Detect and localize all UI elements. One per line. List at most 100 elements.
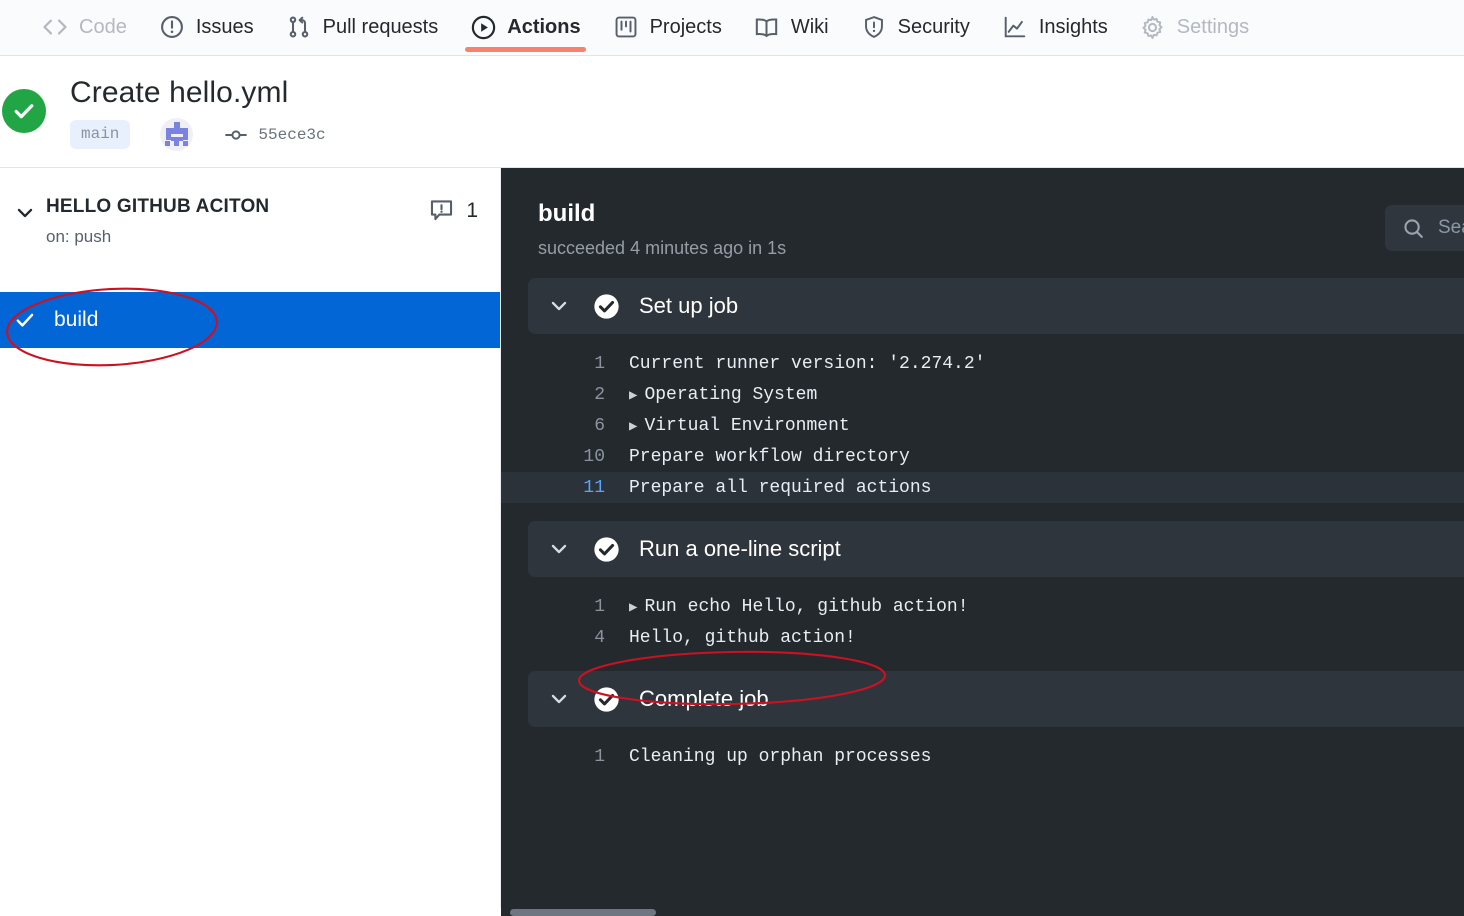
- avatar: [160, 118, 194, 151]
- log-panel: build succeeded 4 minutes ago in 1s Sea …: [501, 168, 1464, 916]
- jobs-sidebar: HELLO GITHUB ACITON on: push 1 build: [0, 168, 501, 908]
- tab-actions[interactable]: Actions: [454, 0, 596, 54]
- run-status-badge: [2, 89, 46, 133]
- log-steps: Set up job 1 Current runner version: '2.27…: [501, 278, 1464, 790]
- tab-settings-label: Settings: [1176, 15, 1250, 38]
- log-line-text: Cleaning up orphan processes: [629, 746, 932, 767]
- sidebar-item-build[interactable]: build: [0, 292, 500, 348]
- log-line[interactable]: 1 ▶ Run echo Hello, github action!: [501, 591, 1464, 622]
- log-line[interactable]: 4 Hello, github action!: [501, 622, 1464, 653]
- play-icon: [470, 14, 496, 40]
- workflow-trigger: on: push: [46, 227, 112, 246]
- commit-sha[interactable]: 55ece3c: [258, 126, 325, 144]
- triangle-right-icon[interactable]: ▶: [629, 419, 637, 435]
- log-step: Set up job 1 Current runner version: '2.27…: [501, 278, 1464, 521]
- step-success-icon: [593, 686, 620, 713]
- annotations-summary[interactable]: 1: [429, 198, 478, 223]
- log-line[interactable]: 1 Current runner version: '2.274.2': [501, 348, 1464, 379]
- git-pull-request-icon: [286, 14, 312, 40]
- check-icon: [14, 309, 36, 331]
- log-step-label: Complete job: [639, 686, 769, 711]
- log-step-body: 1 Cleaning up orphan processes: [501, 727, 1464, 790]
- workflow-name: HELLO GITHUB ACITON: [46, 196, 270, 217]
- log-step-header[interactable]: Complete job: [528, 671, 1464, 727]
- log-job-title: build: [538, 200, 596, 227]
- triangle-right-icon[interactable]: ▶: [629, 388, 637, 404]
- step-success-icon: [594, 536, 619, 562]
- repo-nav-tabs: Code Issues Pull requests Actions Projec…: [0, 0, 1464, 56]
- tab-wiki[interactable]: Wiki: [738, 0, 845, 54]
- tab-projects-label: Projects: [649, 15, 722, 38]
- workflow-run-header: Create hello.yml main 55ece3c: [0, 56, 1464, 168]
- tab-pull-requests-label: Pull requests: [322, 15, 439, 38]
- log-step-header[interactable]: Run a one-line script: [528, 521, 1464, 577]
- log-step-body: 1 Current runner version: '2.274.2' 2 ▶ Oper…: [501, 334, 1464, 521]
- tab-code[interactable]: Code: [26, 0, 143, 54]
- log-line-text: Current runner version: '2.274.2': [629, 353, 986, 374]
- book-icon: [754, 14, 780, 40]
- log-job-status: succeeded 4 minutes ago in 1s: [538, 238, 787, 258]
- github-actions-run-page: Code Issues Pull requests Actions Projec…: [0, 0, 1464, 916]
- log-step: Complete job 1 Cleaning up orphan processe…: [501, 671, 1464, 790]
- log-line[interactable]: 2 ▶ Operating System: [501, 379, 1464, 410]
- workflow-summary-row[interactable]: HELLO GITHUB ACITON on: push 1: [0, 168, 500, 246]
- log-line-number: 4: [594, 627, 605, 648]
- annotation-icon: [429, 198, 454, 223]
- step-success-icon: [594, 293, 619, 319]
- issue-opened-icon: [159, 14, 185, 40]
- tab-issues-label: Issues: [195, 15, 254, 38]
- log-line-text: Prepare workflow directory: [629, 446, 910, 467]
- log-line[interactable]: 11 Prepare all required actions: [501, 472, 1464, 503]
- tab-code-label: Code: [79, 15, 127, 38]
- log-panel-header: build succeeded 4 minutes ago in 1s Sea: [501, 168, 1464, 278]
- tab-insights[interactable]: Insights: [986, 0, 1124, 54]
- log-step-header[interactable]: Set up job: [528, 278, 1464, 334]
- check-icon: [14, 104, 34, 119]
- log-line-number: 10: [583, 446, 605, 467]
- log-line-text: ▶ Virtual Environment: [629, 415, 850, 436]
- log-line-number: 11: [583, 477, 605, 498]
- triangle-right-icon[interactable]: ▶: [629, 600, 637, 616]
- log-line-text: Prepare all required actions: [629, 477, 932, 498]
- chevron-down-icon[interactable]: [14, 202, 36, 229]
- code-icon: [42, 14, 68, 40]
- tab-projects[interactable]: Projects: [597, 0, 738, 54]
- step-success-icon: [593, 293, 620, 320]
- log-line-text: ▶ Operating System: [629, 384, 818, 405]
- sidebar-item-label: build: [54, 308, 99, 331]
- step-success-icon: [593, 536, 620, 563]
- project-icon: [613, 14, 639, 40]
- scrollbar-thumb[interactable]: [510, 909, 656, 916]
- log-line-number: 1: [594, 353, 605, 374]
- chevron-down-icon[interactable]: [548, 688, 570, 710]
- step-success-icon: [594, 686, 619, 712]
- chevron-down-icon[interactable]: [548, 295, 570, 317]
- tab-issues[interactable]: Issues: [143, 0, 270, 54]
- log-line-number: 6: [594, 415, 605, 436]
- log-line-number: 1: [594, 746, 605, 767]
- branch-badge[interactable]: main: [70, 120, 131, 149]
- tab-actions-label: Actions: [507, 15, 581, 38]
- commit-icon: [224, 123, 248, 147]
- search-icon: [1402, 217, 1425, 240]
- log-line[interactable]: 10 Prepare workflow directory: [501, 441, 1464, 472]
- log-step-label: Run a one-line script: [639, 536, 841, 561]
- tab-insights-label: Insights: [1038, 15, 1108, 38]
- active-tab-underline: [465, 47, 586, 52]
- tab-security[interactable]: Security: [845, 0, 986, 54]
- search-input-text: Sea: [1438, 217, 1464, 238]
- gear-icon: [1140, 14, 1166, 40]
- log-line[interactable]: 6 ▶ Virtual Environment: [501, 410, 1464, 441]
- tab-settings[interactable]: Settings: [1124, 0, 1265, 54]
- log-line[interactable]: 1 Cleaning up orphan processes: [501, 741, 1464, 772]
- tab-pull-requests[interactable]: Pull requests: [270, 0, 455, 54]
- log-step: Run a one-line script 1 ▶ Run echo Hello, g…: [501, 521, 1464, 671]
- chevron-down-icon[interactable]: [548, 538, 570, 560]
- horizontal-scrollbar[interactable]: [501, 908, 1464, 916]
- shield-icon: [861, 14, 887, 40]
- log-line-text: ▶ Run echo Hello, github action!: [629, 596, 969, 617]
- graph-icon: [1002, 14, 1028, 40]
- log-line-number: 1: [594, 596, 605, 617]
- page-title: Create hello.yml: [70, 76, 289, 109]
- search-input[interactable]: Sea: [1385, 205, 1464, 251]
